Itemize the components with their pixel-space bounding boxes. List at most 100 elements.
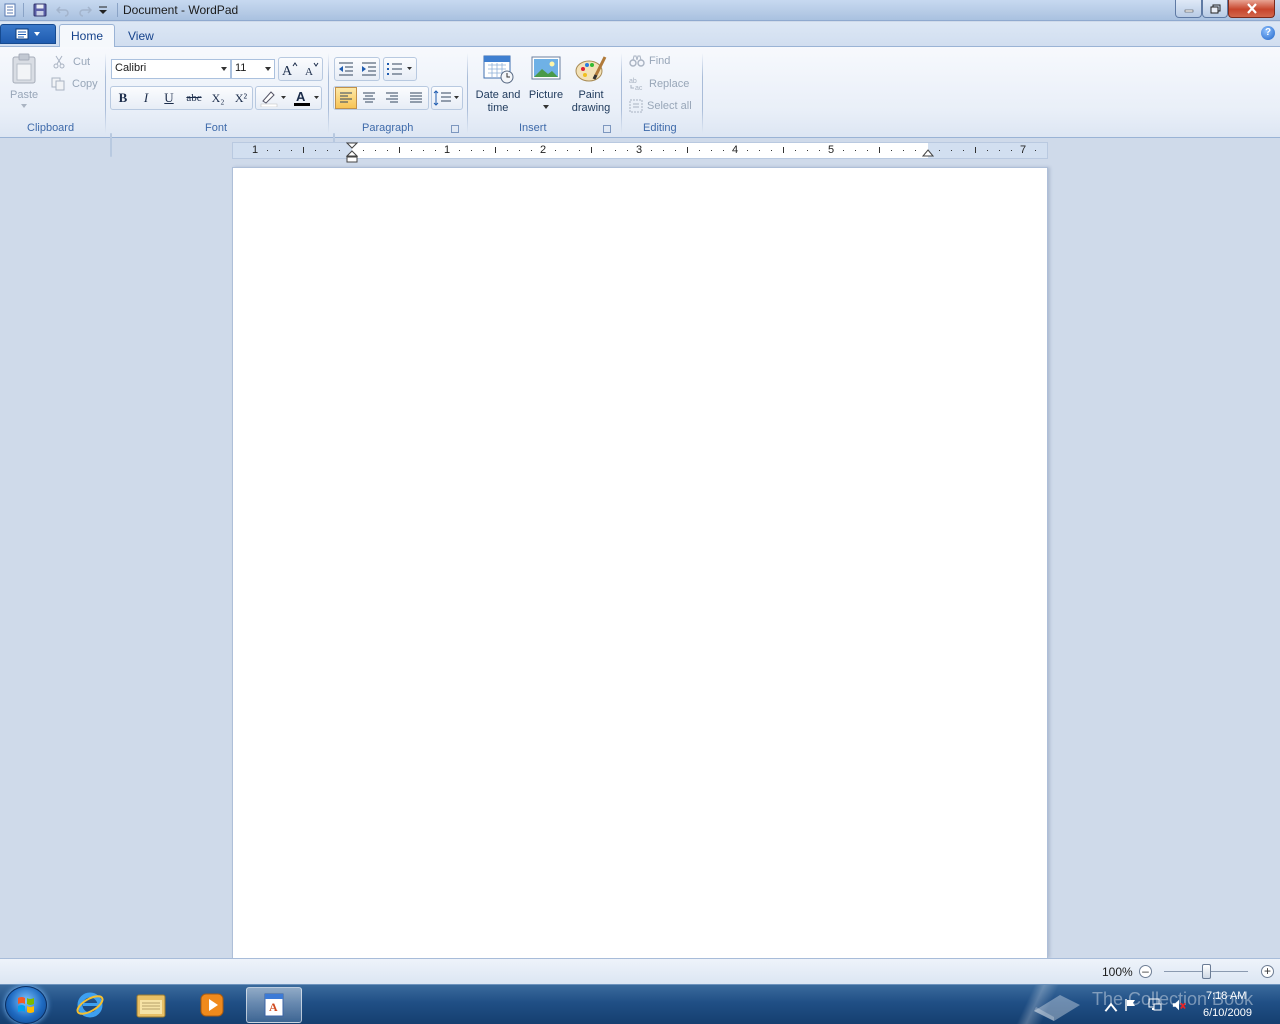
ruler-left-margin: [233, 143, 352, 158]
select-all-button[interactable]: Select all: [629, 99, 692, 113]
ruler-tick: [879, 147, 880, 153]
ruler-tick: [699, 150, 700, 151]
align-left-button[interactable]: [335, 87, 357, 109]
font-size-select[interactable]: 11: [231, 59, 275, 79]
paint-palette-icon: [575, 56, 607, 82]
show-hidden-icons-icon[interactable]: [1104, 1000, 1118, 1014]
minimize-icon: [1184, 9, 1193, 12]
decrease-indent-button[interactable]: [335, 58, 357, 80]
ruler-tick: [435, 150, 436, 151]
zoom-in-button[interactable]: +: [1261, 965, 1274, 978]
save-icon[interactable]: [33, 3, 49, 17]
replace-button[interactable]: ab ac Replace: [629, 77, 689, 91]
paste-button[interactable]: Paste: [10, 53, 38, 108]
wordpad-app-icon[interactable]: [3, 3, 19, 17]
zoom-out-button[interactable]: –: [1139, 965, 1152, 978]
zoom-slider-thumb[interactable]: [1202, 964, 1211, 979]
justify-button[interactable]: [405, 87, 427, 109]
find-button[interactable]: Find: [629, 55, 670, 67]
ruler-tick: [459, 150, 460, 151]
folder-icon: [136, 994, 166, 1018]
start-button[interactable]: [5, 986, 47, 1024]
tab-view[interactable]: View: [117, 24, 165, 47]
ruler-tick: [591, 147, 592, 153]
taskbar-windows-explorer[interactable]: [123, 987, 179, 1023]
font-size-buttons: A A: [278, 57, 323, 81]
font-family-select[interactable]: Calibri: [111, 59, 231, 79]
redo-icon[interactable]: [78, 3, 94, 17]
first-line-indent-marker[interactable]: [346, 142, 358, 164]
help-icon[interactable]: ?: [1261, 26, 1275, 40]
insert-dialog-launcher[interactable]: [603, 125, 611, 133]
shrink-font-button[interactable]: A: [301, 58, 323, 80]
align-right-icon: [386, 92, 398, 103]
editing-group-label: Editing: [643, 122, 677, 134]
paragraph-dialog-launcher[interactable]: [451, 125, 459, 133]
ruler-label: 4: [731, 144, 739, 156]
calendar-clock-icon: [483, 55, 514, 84]
clipboard-group-label: Clipboard: [27, 122, 75, 134]
date-time-button[interactable]: Date and time: [474, 53, 522, 115]
group-separator: [702, 53, 703, 133]
scissors-icon: [53, 55, 65, 69]
ruler-tick: [747, 150, 748, 151]
copy-label: Copy: [72, 78, 98, 90]
highlight-color-button[interactable]: [257, 87, 289, 109]
network-icon[interactable]: [1148, 998, 1162, 1012]
taskbar-media-player[interactable]: [184, 987, 240, 1023]
svg-text:A: A: [282, 64, 293, 77]
increase-indent-button[interactable]: [358, 58, 380, 80]
strikethrough-button[interactable]: abc: [181, 87, 207, 109]
subscript-button[interactable]: X₂: [207, 87, 229, 109]
font-group-label: Font: [205, 122, 228, 134]
ruler-tick: [783, 147, 784, 153]
ruler[interactable]: 1 1 2 3 4 5 7: [232, 142, 1048, 163]
italic-button[interactable]: I: [135, 87, 157, 109]
ruler-label: 1: [251, 144, 259, 156]
paint-drawing-button[interactable]: Paint drawing: [568, 53, 614, 115]
clock-time[interactable]: 7:18 AM: [1206, 990, 1246, 1002]
taskbar-internet-explorer[interactable]: [62, 987, 118, 1023]
ribbon-home-panel: Paste Cut Copy Clipboard Calibri 11 A A …: [0, 46, 1280, 157]
picture-label: Picture: [528, 89, 564, 101]
font-color-button[interactable]: A: [290, 87, 322, 109]
customize-qat-icon[interactable]: [97, 3, 113, 17]
close-button[interactable]: [1228, 0, 1275, 18]
document-page[interactable]: [232, 167, 1048, 958]
date-time-label-line2: time: [487, 102, 509, 114]
ruler-tick: [675, 150, 676, 151]
ruler-tick: [663, 150, 664, 151]
bullet-list-button[interactable]: [384, 58, 416, 80]
undo-icon[interactable]: [55, 3, 72, 17]
align-right-button[interactable]: [381, 87, 403, 109]
copy-button[interactable]: Copy: [51, 77, 98, 91]
clock-date[interactable]: 6/10/2009: [1203, 1007, 1252, 1019]
action-center-flag-icon[interactable]: [1124, 998, 1138, 1012]
restore-button[interactable]: [1202, 0, 1228, 18]
application-menu-button[interactable]: [0, 24, 56, 44]
color-buttons: A: [255, 86, 322, 110]
align-center-button[interactable]: [358, 87, 380, 109]
underline-button[interactable]: U: [158, 87, 180, 109]
picture-button[interactable]: Picture: [527, 53, 565, 109]
align-left-icon: [340, 92, 352, 103]
cut-button[interactable]: Cut: [53, 55, 90, 69]
ruler-tick: [759, 150, 760, 151]
minimize-button[interactable]: [1175, 0, 1202, 18]
ruler-label: 7: [1019, 144, 1027, 156]
bold-button[interactable]: B: [112, 87, 134, 109]
book-logo-icon: [1034, 995, 1080, 1021]
line-spacing-button[interactable]: [432, 87, 462, 109]
right-indent-marker[interactable]: [922, 149, 934, 159]
ruler-tick: [603, 150, 604, 151]
ruler-tick: [495, 147, 496, 153]
ruler-tick: [387, 150, 388, 151]
grow-font-button[interactable]: A: [279, 58, 301, 80]
ruler-tick: [723, 150, 724, 151]
superscript-button[interactable]: X²: [230, 87, 252, 109]
taskbar-wordpad[interactable]: A: [246, 987, 302, 1023]
tab-home[interactable]: Home: [59, 24, 116, 47]
paint-drawing-label-line1: Paint: [578, 89, 604, 101]
ruler-tick: [891, 150, 892, 151]
volume-muted-icon[interactable]: [1172, 998, 1186, 1012]
